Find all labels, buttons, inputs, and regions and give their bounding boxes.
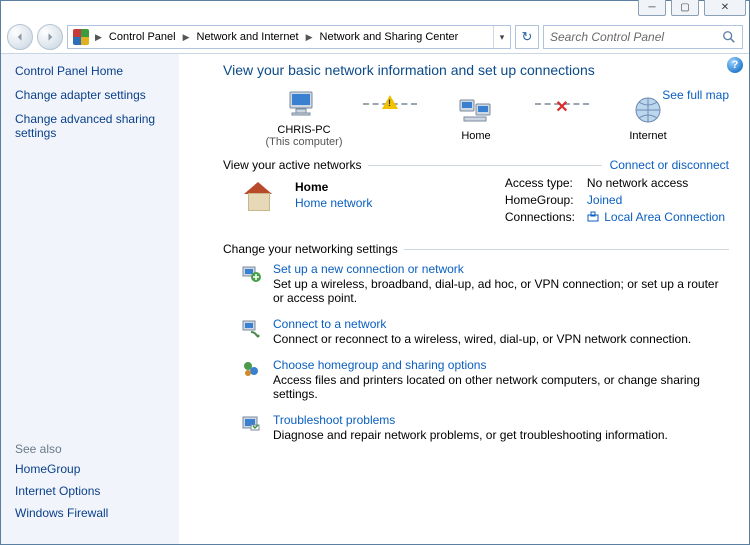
settings-desc: Set up a wireless, broadband, dial-up, a… (273, 277, 729, 305)
active-networks-heading: View your active networks (223, 158, 362, 172)
nav-back-button[interactable] (7, 24, 33, 50)
homegroup-link[interactable]: Joined (587, 193, 725, 207)
page-title: View your basic network information and … (223, 62, 729, 78)
breadcrumb-item[interactable]: Network and Internet (193, 31, 303, 43)
connection-line-broken: ✕ (535, 103, 589, 105)
search-icon (722, 30, 736, 44)
help-icon[interactable]: ? (727, 57, 743, 73)
netmap-sublabel: (This computer) (259, 136, 349, 148)
search-placeholder: Search Control Panel (550, 30, 718, 44)
homegroup-options-link[interactable]: Choose homegroup and sharing options (273, 358, 486, 372)
breadcrumb-dropdown[interactable]: ▾ (493, 26, 510, 48)
settings-item: Troubleshoot problems Diagnose and repai… (241, 413, 729, 442)
seealso-homegroup-link[interactable]: HomeGroup (15, 462, 193, 476)
nav-forward-button[interactable] (37, 24, 63, 50)
sidebar: Control Panel Home Change adapter settin… (1, 54, 207, 544)
connect-disconnect-link[interactable]: Connect or disconnect (610, 158, 729, 172)
seealso-internet-options-link[interactable]: Internet Options (15, 484, 193, 498)
chevron-right-icon[interactable]: ▶ (92, 32, 105, 43)
setup-connection-link[interactable]: Set up a new connection or network (273, 262, 464, 276)
connect-network-link[interactable]: Connect to a network (273, 317, 386, 331)
close-button[interactable]: ✕ (704, 0, 746, 16)
access-type-value: No network access (587, 176, 725, 190)
breadcrumb-item[interactable]: Network and Sharing Center (316, 31, 463, 43)
settings-item: Set up a new connection or network Set u… (241, 262, 729, 305)
connection-line-warning (363, 103, 417, 105)
network-map: See full map CHRIS-PC (This computer) (223, 88, 729, 148)
homegroup-icon (241, 359, 261, 379)
connections-label: Connections: (505, 210, 575, 224)
settings-desc: Diagnose and repair network problems, or… (273, 428, 668, 442)
error-x-icon: ✕ (555, 97, 568, 117)
control-panel-home-link[interactable]: Control Panel Home (15, 64, 193, 78)
netmap-label: Internet (603, 130, 693, 142)
troubleshoot-link[interactable]: Troubleshoot problems (273, 413, 395, 427)
netmap-label: Home (431, 130, 521, 142)
refresh-button[interactable]: ↻ (515, 25, 539, 49)
connect-network-icon (241, 318, 261, 338)
warning-icon (382, 95, 398, 109)
chevron-right-icon[interactable]: ▶ (180, 32, 193, 43)
change-sharing-link[interactable]: Change advanced sharing settings (15, 112, 193, 140)
netmap-label: CHRIS-PC (259, 124, 349, 136)
settings-item: Choose homegroup and sharing options Acc… (241, 358, 729, 401)
settings-desc: Connect or reconnect to a wireless, wire… (273, 332, 691, 346)
internet-globe-icon (630, 94, 666, 126)
this-computer-icon (286, 88, 322, 120)
network-name: Home (295, 180, 372, 194)
network-node-icon (458, 94, 494, 126)
ethernet-icon (587, 211, 599, 223)
settings-desc: Access files and printers located on oth… (273, 373, 729, 401)
search-input[interactable]: Search Control Panel (543, 25, 743, 49)
change-adapter-link[interactable]: Change adapter settings (15, 88, 193, 102)
network-type-link[interactable]: Home network (295, 196, 372, 210)
maximize-button[interactable]: ▢ (671, 0, 699, 16)
breadcrumb-item[interactable]: Control Panel (105, 31, 180, 43)
home-network-icon (241, 182, 275, 212)
see-also-heading: See also (15, 442, 193, 456)
minimize-button[interactable]: ─ (638, 0, 666, 16)
control-panel-icon (73, 29, 89, 45)
chevron-right-icon[interactable]: ▶ (303, 32, 316, 43)
breadcrumb[interactable]: ▶ Control Panel ▶ Network and Internet ▶… (67, 25, 511, 49)
homegroup-label: HomeGroup: (505, 193, 575, 207)
change-settings-heading: Change your networking settings (223, 242, 398, 256)
seealso-firewall-link[interactable]: Windows Firewall (15, 506, 193, 520)
main-content: ? View your basic network information an… (207, 54, 749, 544)
new-connection-icon (241, 263, 261, 283)
see-full-map-link[interactable]: See full map (662, 88, 729, 102)
access-type-label: Access type: (505, 176, 575, 190)
connection-link[interactable]: Local Area Connection (587, 210, 725, 224)
troubleshoot-icon (241, 414, 261, 434)
settings-item: Connect to a network Connect or reconnec… (241, 317, 729, 346)
